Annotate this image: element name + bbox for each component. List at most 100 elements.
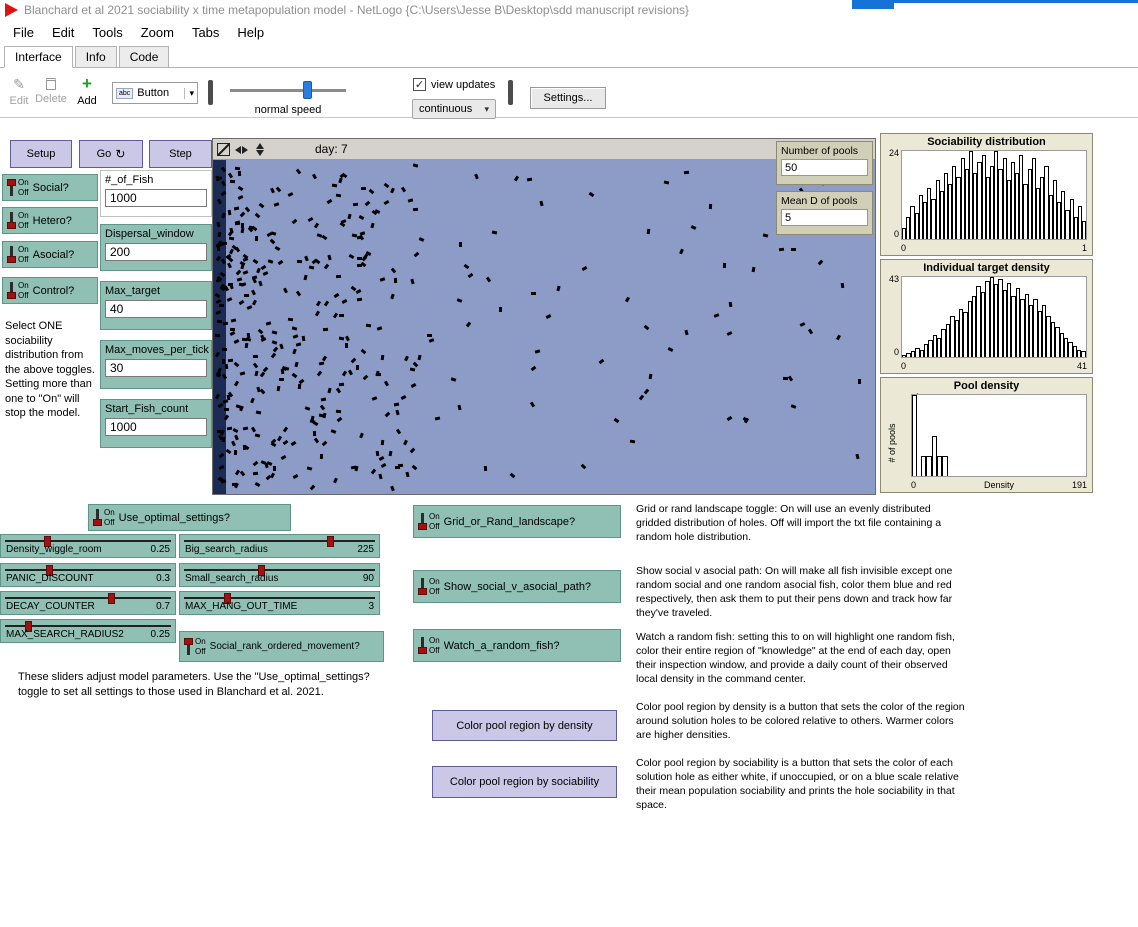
toggle-handle[interactable] [6,211,16,230]
switch-control[interactable]: OnOff Control? [2,277,98,304]
fish [649,374,653,379]
toggle-handle[interactable] [417,512,427,531]
start-fish-count-field[interactable] [105,418,207,436]
switch-show-social-v-asocial-path[interactable]: OnOff Show_social_v_asocial_path? [413,570,621,603]
fish [297,260,302,263]
fish [228,173,233,179]
toggle-handle[interactable] [6,281,16,300]
fish [245,343,249,348]
speed-slider-handle[interactable] [303,81,312,99]
fish [283,288,288,294]
delete-widget-button[interactable]: Delete [34,76,68,105]
chevron-down-icon: ▾ [484,104,489,115]
fish [463,264,469,269]
color-pool-region-by-sociability-button[interactable]: Color pool region by sociability [432,766,617,798]
fish [288,192,294,197]
fish [222,242,227,245]
fish [356,365,359,370]
fish [236,404,242,408]
slider-density-wiggle-room[interactable]: Density_wiggle_room0.25 [0,534,176,558]
fish [327,387,331,393]
menu-zoom[interactable]: Zoom [132,22,183,43]
plot-individual-target-density: Individual target density 43 0 0 41 [880,259,1093,374]
fish [342,370,347,376]
update-mode-dropdown[interactable]: continuous ▾ [412,99,496,119]
fish [709,204,712,209]
toggle-handle[interactable] [92,508,102,527]
edit-widget-button[interactable]: ✎ Edit [2,76,36,107]
fish [319,361,324,365]
fish [230,249,235,255]
fish [270,238,276,244]
menu-tools[interactable]: Tools [83,22,131,43]
switch-social-rank-ordered-movement[interactable]: OnOff Social_rank_ordered_movement? [179,631,384,662]
fish [254,371,258,377]
number-of-fish-field[interactable] [105,189,207,207]
fish [292,373,298,378]
slider-big-search-radius[interactable]: Big_search_radius225 [179,534,380,558]
fish [348,213,352,219]
fish [491,231,497,235]
max-target-field[interactable] [105,300,207,318]
fish [319,454,322,459]
max-moves-per-tick-field[interactable] [105,359,207,377]
step-button[interactable]: Step [149,140,212,168]
toggle-handle[interactable] [417,577,427,596]
tab-info[interactable]: Info [75,46,117,68]
fish [256,387,260,393]
tab-code[interactable]: Code [119,46,170,68]
settings-button[interactable]: Settings... [530,87,606,109]
toggle-handle[interactable] [417,636,427,655]
fish [299,379,305,384]
fish [403,440,408,446]
fish [222,436,225,441]
widget-type-dropdown[interactable]: abc Button ▾ [112,82,198,104]
slider-decay-counter[interactable]: DECAY_COUNTER0.7 [0,591,176,615]
menu-edit[interactable]: Edit [43,22,83,43]
input-dispersal-window: Dispersal_window [100,224,212,271]
menu-help[interactable]: Help [228,22,273,43]
fish [409,448,415,454]
switch-watch-a-random-fish[interactable]: OnOff Watch_a_random_fish? [413,629,621,662]
fish [389,451,393,457]
menu-file[interactable]: File [4,22,43,43]
add-widget-button[interactable]: + Add [70,76,104,107]
toggle-handle[interactable] [6,178,16,197]
edit-view-icon [217,143,230,156]
fish [625,297,630,303]
tab-interface[interactable]: Interface [4,46,73,68]
fish [252,472,257,476]
fish [231,441,236,447]
menu-tabs[interactable]: Tabs [183,22,228,43]
fish [252,363,258,369]
fish [354,466,358,472]
dispersal-window-field[interactable] [105,243,207,261]
view-updates-checkbox[interactable]: ✓ [413,78,426,91]
toggle-handle[interactable] [6,245,16,264]
fish [348,369,353,375]
fish [222,348,227,351]
speed-slider-track[interactable] [230,89,346,92]
fish [275,246,281,251]
fish [401,187,406,193]
fish [413,362,419,368]
setup-button[interactable]: Setup [10,140,72,168]
fish [255,410,261,414]
switch-hetero[interactable]: OnOff Hetero? [2,207,98,234]
switch-grid-or-rand-landscape[interactable]: OnOff Grid_or_Rand_landscape? [413,505,621,538]
slider-small-search-radius[interactable]: Small_search_radius90 [179,563,380,587]
x-axis-label: Density [911,480,1087,490]
switch-social[interactable]: OnOff Social? [2,174,98,201]
toggle-handle[interactable] [183,637,193,656]
slider-panic-discount[interactable]: PANIC_DISCOUNT0.3 [0,563,176,587]
fish [530,366,536,371]
chevron-down-icon: ▾ [184,88,194,99]
fish [808,329,813,335]
slider-max-search-radius2[interactable]: MAX_SEARCH_RADIUS20.25 [0,619,176,643]
switch-use-optimal-settings[interactable]: OnOff Use_optimal_settings? [88,504,291,531]
color-pool-region-by-density-button[interactable]: Color pool region by density [432,710,617,741]
slider-max-hang-out-time[interactable]: MAX_HANG_OUT_TIME3 [179,591,380,615]
go-button[interactable]: Go ↻ [79,140,143,168]
fish [296,169,302,175]
switch-asocial[interactable]: OnOff Asocial? [2,241,98,268]
